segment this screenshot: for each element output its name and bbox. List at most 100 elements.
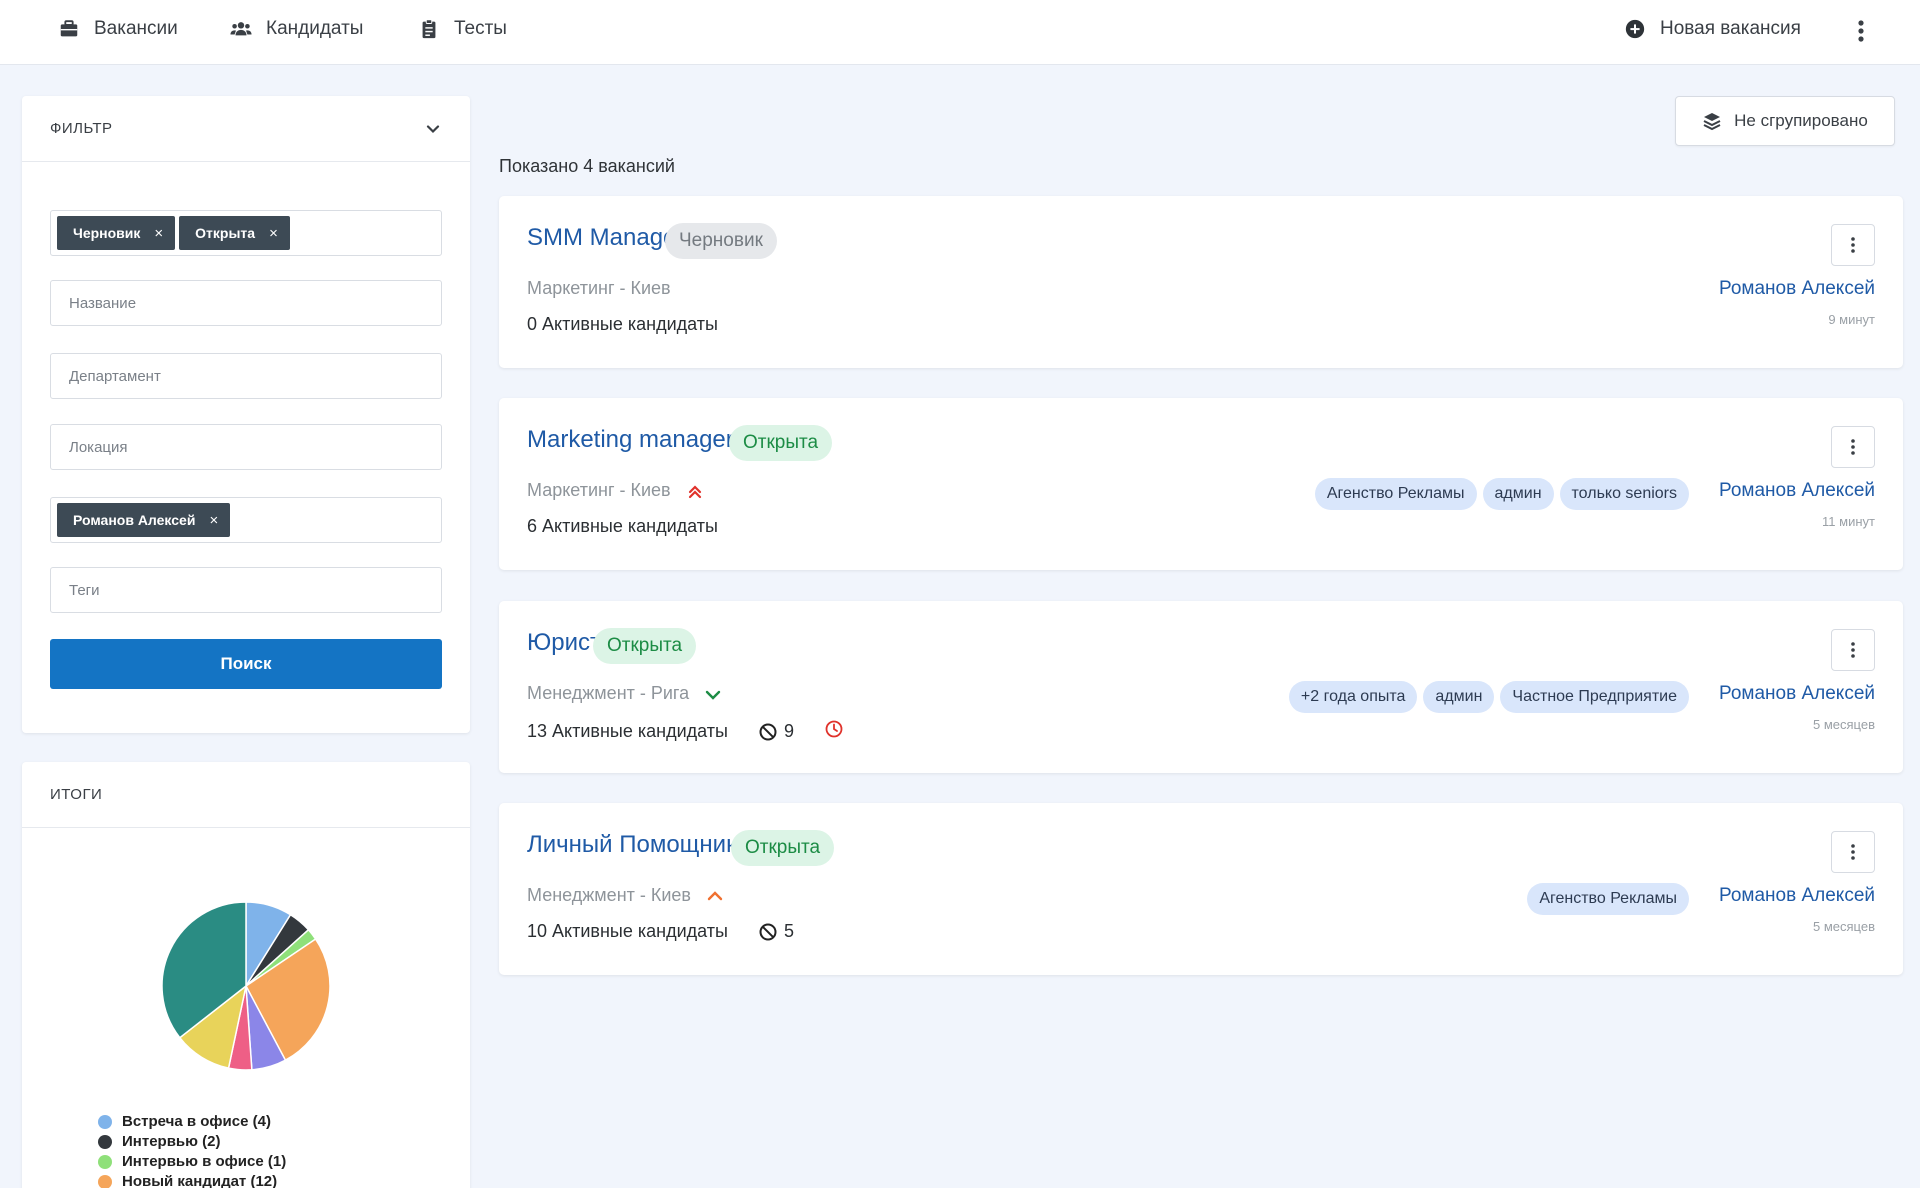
active-candidates[interactable]: 6 Активные кандидаты bbox=[527, 516, 718, 537]
tag-badge[interactable]: админ bbox=[1482, 478, 1554, 510]
remove-chip-icon[interactable]: × bbox=[269, 225, 278, 242]
chevron-up-icon bbox=[707, 890, 723, 900]
shown-count: Показано 4 вакансий bbox=[499, 156, 675, 176]
tag-badge[interactable]: Частное Предприятие bbox=[1500, 681, 1689, 713]
status-badge: Открыта bbox=[593, 628, 697, 664]
legend-item[interactable]: Новый кандидат (12) bbox=[98, 1172, 286, 1188]
name-input[interactable] bbox=[57, 294, 435, 312]
vacancy-title-link[interactable]: Личный Помощник bbox=[527, 831, 737, 859]
chevron-down-icon[interactable] bbox=[424, 120, 442, 138]
legend-label: Интервью в офисе (1) bbox=[122, 1153, 287, 1170]
owner-chip: Романов Алексей × bbox=[57, 503, 231, 537]
nav-candidates[interactable]: Кандидаты bbox=[230, 18, 363, 40]
vacancy-card[interactable]: SMM Manager Черновик Маркетинг - Киев 0 … bbox=[499, 196, 1903, 368]
summary-title: Итоги bbox=[50, 786, 103, 803]
vacancy-menu-button[interactable] bbox=[1831, 426, 1875, 468]
chevron-down-icon bbox=[705, 690, 721, 700]
status-badge: Открыта bbox=[729, 425, 833, 461]
summary-header: Итоги bbox=[22, 762, 470, 828]
status-chip-draft: Черновик × bbox=[57, 216, 176, 250]
overdue-indicator bbox=[824, 719, 844, 744]
vacancy-title-link[interactable]: SMM Manager bbox=[527, 224, 684, 252]
legend-label: Интервью (2) bbox=[122, 1133, 221, 1150]
location-input[interactable] bbox=[57, 438, 435, 456]
vacancy-menu-button[interactable] bbox=[1831, 831, 1875, 873]
grouping-button[interactable]: Не сгрупировано bbox=[1675, 96, 1895, 146]
department-location: Менеджмент - Киев bbox=[527, 885, 691, 905]
owner-multiselect[interactable]: Романов Алексей × bbox=[50, 497, 442, 543]
more-vertical-icon bbox=[1851, 439, 1855, 455]
vacancy-meta: Маркетинг - Киев bbox=[527, 480, 705, 501]
status-badge: Черновик bbox=[665, 223, 777, 259]
clock-icon bbox=[825, 720, 843, 738]
vacancy-card[interactable]: Личный Помощник Открыта Менеджмент - Кие… bbox=[499, 803, 1903, 975]
nav-candidates-label: Кандидаты bbox=[266, 18, 364, 39]
owner-link[interactable]: Романов Алексей bbox=[1719, 480, 1875, 502]
more-vertical-icon bbox=[1851, 237, 1855, 253]
status-badge: Открыта bbox=[731, 830, 835, 866]
active-candidates[interactable]: 13 Активные кандидаты bbox=[527, 721, 728, 742]
rejected-count-value: 5 bbox=[783, 921, 794, 941]
legend-item[interactable]: Интервью в офисе (1) bbox=[98, 1152, 286, 1172]
tag-badge[interactable]: админ bbox=[1423, 681, 1495, 713]
tag-badge[interactable]: +2 года опыта bbox=[1288, 681, 1418, 713]
tags-field bbox=[50, 567, 442, 613]
owner-link[interactable]: Романов Алексей bbox=[1719, 278, 1875, 300]
updated-ago: 11 минут bbox=[1822, 514, 1875, 529]
status-chip-open-label: Открыта bbox=[195, 225, 256, 241]
updated-ago: 9 минут bbox=[1828, 312, 1875, 327]
vacancy-card[interactable]: Marketing manager Открыта Маркетинг - Ки… bbox=[499, 398, 1903, 570]
briefcase-icon bbox=[60, 20, 78, 37]
status-multiselect[interactable]: Черновик × Открыта × bbox=[50, 210, 442, 256]
filter-header[interactable]: Фильтр bbox=[22, 96, 470, 162]
vacancy-menu-button[interactable] bbox=[1831, 224, 1875, 266]
updated-ago: 5 месяцев bbox=[1813, 919, 1875, 934]
layers-icon bbox=[1703, 113, 1721, 131]
legend-label: Встреча в офисе (4) bbox=[122, 1113, 271, 1130]
filter-title: Фильтр bbox=[50, 120, 113, 137]
legend-label: Новый кандидат (12) bbox=[122, 1173, 278, 1188]
nav-tests[interactable]: Тесты bbox=[418, 18, 507, 40]
tag-list: Агенство Рекламы bbox=[1527, 883, 1689, 915]
users-icon bbox=[230, 22, 252, 36]
vacancy-title-link[interactable]: Marketing manager bbox=[527, 426, 734, 454]
candidates-info: 6 Активные кандидаты bbox=[527, 516, 718, 537]
owner-chip-label: Романов Алексей bbox=[73, 512, 196, 528]
department-location: Маркетинг - Киев bbox=[527, 480, 671, 500]
active-candidates[interactable]: 10 Активные кандидаты bbox=[527, 921, 728, 942]
department-input[interactable] bbox=[57, 367, 435, 385]
vacancy-meta: Менеджмент - Рига bbox=[527, 683, 723, 704]
vacancy-card[interactable]: Юрист Открыта Менеджмент - Рига 13 Актив… bbox=[499, 601, 1903, 773]
legend-item[interactable]: Интервью (2) bbox=[98, 1132, 286, 1152]
new-vacancy-button[interactable]: Новая вакансия bbox=[1624, 18, 1801, 40]
tag-badge[interactable]: Агенство Рекламы bbox=[1527, 883, 1689, 915]
vacancy-title-link[interactable]: Юрист bbox=[527, 629, 601, 657]
nav-vacancies[interactable]: Вакансии bbox=[58, 18, 178, 40]
department-field bbox=[50, 353, 442, 399]
double-chevron-up-icon bbox=[688, 484, 701, 498]
legend-item[interactable]: Встреча в офисе (4) bbox=[98, 1112, 286, 1132]
rejected-count-value: 9 bbox=[783, 721, 794, 741]
more-vertical-icon bbox=[1851, 642, 1855, 658]
active-candidates[interactable]: 0 Активные кандидаты bbox=[527, 314, 718, 335]
legend-swatch bbox=[98, 1155, 112, 1169]
vacancy-menu-button[interactable] bbox=[1831, 629, 1875, 671]
remove-chip-icon[interactable]: × bbox=[209, 512, 218, 529]
search-button[interactable]: Поиск bbox=[50, 639, 442, 689]
status-chip-draft-label: Черновик bbox=[73, 225, 141, 241]
legend-swatch bbox=[98, 1135, 112, 1149]
tag-badge[interactable]: Агенство Рекламы bbox=[1314, 478, 1477, 510]
tag-list: Агенство Рекламы админ только seniors bbox=[1314, 478, 1689, 510]
tags-input[interactable] bbox=[57, 581, 435, 599]
name-field bbox=[50, 280, 442, 326]
candidates-pie-chart bbox=[161, 901, 331, 1071]
more-vertical-icon[interactable] bbox=[1850, 16, 1872, 46]
nav-tests-label: Тесты bbox=[454, 18, 507, 39]
owner-link[interactable]: Романов Алексей bbox=[1719, 885, 1875, 907]
nav-vacancies-label: Вакансии bbox=[94, 18, 178, 39]
owner-link[interactable]: Романов Алексей bbox=[1719, 683, 1875, 705]
department-location: Менеджмент - Рига bbox=[527, 683, 690, 703]
tag-badge[interactable]: только seniors bbox=[1559, 478, 1689, 510]
remove-chip-icon[interactable]: × bbox=[154, 225, 163, 242]
filter-panel: Фильтр Черновик × Открыта × Романов Алексе… bbox=[22, 96, 470, 733]
